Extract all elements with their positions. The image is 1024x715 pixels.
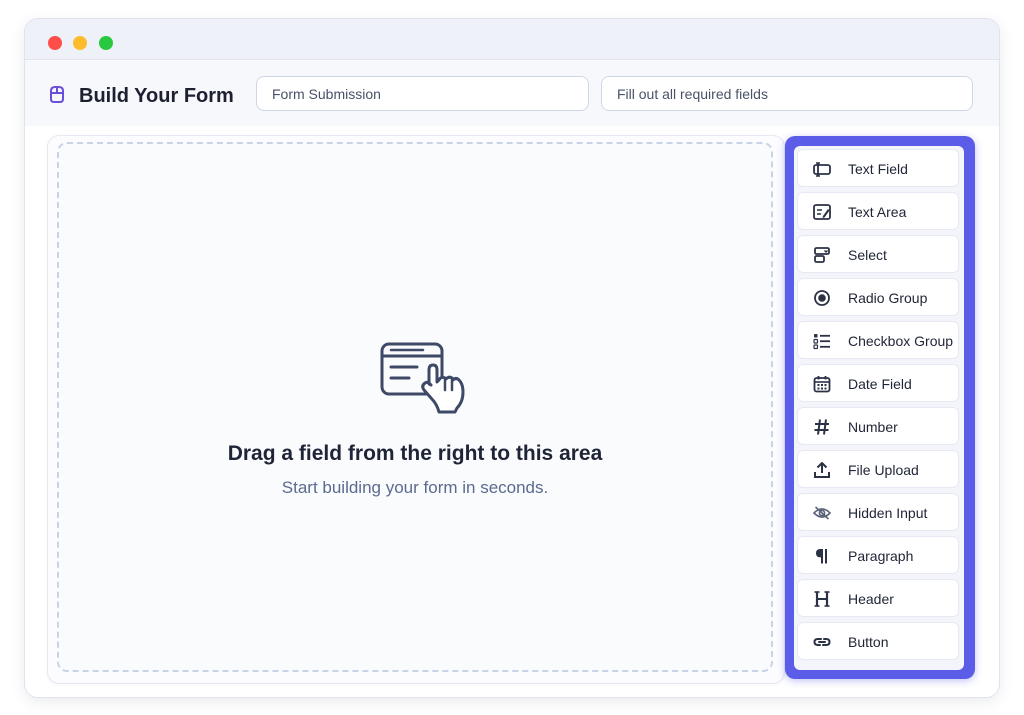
palette-item-label: Text Area: [848, 204, 907, 220]
palette-item-label: Number: [848, 419, 898, 435]
palette-item-header[interactable]: Header: [797, 579, 959, 617]
form-description-input[interactable]: [601, 76, 973, 111]
palette-item-file-upload[interactable]: File Upload: [797, 450, 959, 488]
form-builder-header: Build Your Form: [25, 60, 999, 126]
calendar-icon: [813, 376, 831, 393]
field-palette-list: Text Field Text Area Select Radio Group …: [794, 146, 964, 670]
text-field-icon: [813, 162, 831, 177]
builder-content: Drag a field from the right to this area…: [25, 126, 999, 697]
palette-item-text-area[interactable]: Text Area: [797, 192, 959, 230]
palette-item-label: Select: [848, 247, 887, 263]
radio-icon: [814, 290, 830, 306]
palette-item-button[interactable]: Button: [797, 622, 959, 660]
palette-item-label: Button: [848, 634, 889, 650]
title-bar: [25, 19, 999, 60]
checkbox-list-icon: [813, 334, 830, 350]
drop-zone-subtitle: Start building your form in seconds.: [281, 478, 549, 497]
field-palette: Text Field Text Area Select Radio Group …: [785, 136, 975, 679]
minimize-window-button[interactable]: [73, 36, 87, 50]
palette-item-select[interactable]: Select: [797, 235, 959, 273]
palette-item-number[interactable]: Number: [797, 407, 959, 445]
upload-icon: [814, 462, 830, 478]
palette-item-text-field[interactable]: Text Field: [797, 149, 959, 187]
palette-item-checkbox-group[interactable]: Checkbox Group: [797, 321, 959, 359]
pilcrow-icon: [816, 549, 827, 564]
hash-icon: [814, 419, 829, 435]
palette-item-label: Date Field: [848, 376, 912, 392]
maximize-window-button[interactable]: [99, 36, 113, 50]
link-icon: [813, 638, 831, 646]
form-title-input[interactable]: [256, 76, 589, 111]
page-title: Build Your Form: [79, 85, 234, 107]
palette-item-label: Hidden Input: [848, 505, 928, 521]
form-builder-logo-icon: [50, 86, 64, 103]
drop-zone-title: Drag a field from the right to this area: [227, 442, 603, 465]
eye-off-icon: [812, 506, 832, 520]
app-window: Build Your Form Drag a field from the ri…: [24, 18, 1000, 698]
text-area-icon: [813, 204, 831, 220]
heading-icon: [814, 591, 830, 607]
palette-item-radio-group[interactable]: Radio Group: [797, 278, 959, 316]
drop-zone[interactable]: Drag a field from the right to this area…: [57, 142, 773, 672]
palette-item-label: Text Field: [848, 161, 908, 177]
drag-form-icon: [380, 342, 465, 414]
close-window-button[interactable]: [48, 36, 62, 50]
form-canvas: Drag a field from the right to this area…: [47, 135, 785, 684]
palette-item-label: Paragraph: [848, 548, 914, 564]
palette-item-hidden-input[interactable]: Hidden Input: [797, 493, 959, 531]
palette-item-label: Checkbox Group: [848, 333, 954, 349]
select-icon: [814, 247, 830, 263]
palette-item-date-field[interactable]: Date Field: [797, 364, 959, 402]
palette-item-label: Header: [848, 591, 894, 607]
palette-item-label: Radio Group: [848, 290, 928, 306]
palette-item-paragraph[interactable]: Paragraph: [797, 536, 959, 574]
palette-item-label: File Upload: [848, 462, 919, 478]
